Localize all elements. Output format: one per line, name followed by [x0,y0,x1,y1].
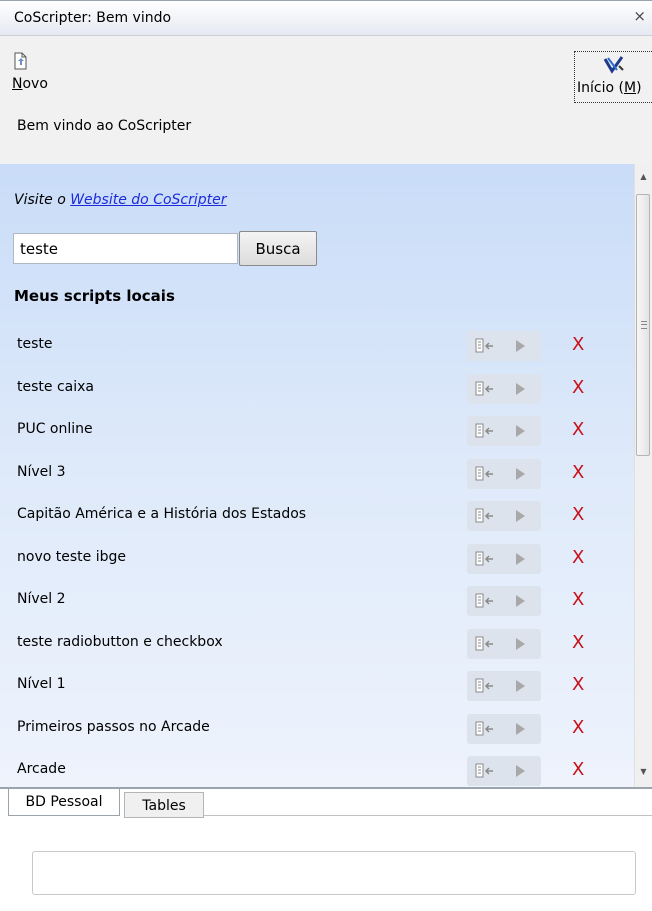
play-script-icon[interactable] [504,331,541,361]
script-actions [467,544,541,574]
script-row: PUC online X [0,410,634,452]
delete-script-icon[interactable]: X [572,419,584,440]
visit-prefix: Visite o [14,192,71,208]
delete-script-icon[interactable]: X [572,547,584,568]
script-row: Nível 3 X [0,453,634,495]
scroll-grip-icon [641,321,647,329]
search-input[interactable] [13,233,238,264]
window-title: CoScripter: Bem vindo [14,10,172,26]
tab-divider [204,815,652,816]
script-row: teste radiobutton e checkbox X [0,623,634,665]
coscripter-logo-icon [575,56,652,78]
scroll-thumb[interactable] [636,194,650,456]
window-title-bar: CoScripter: Bem vindo × [0,0,652,36]
play-script-icon[interactable] [504,629,541,659]
new-page-icon [12,52,48,74]
script-actions [467,459,541,489]
delete-script-icon[interactable]: X [572,674,584,695]
scripts-panel: Visite o Website do CoScripter Busca Meu… [0,164,634,787]
open-script-icon[interactable] [467,756,504,786]
open-script-icon[interactable] [467,629,504,659]
home-button-label: Início (M) [577,80,642,96]
delete-script-icon[interactable]: X [572,717,584,738]
script-actions [467,756,541,786]
script-actions [467,416,541,446]
open-script-icon[interactable] [467,586,504,616]
open-script-icon[interactable] [467,331,504,361]
delete-script-icon[interactable]: X [572,462,584,483]
script-actions [467,629,541,659]
toolbar: Novo Início (M) Bem vindo ao CoScripter [0,36,652,164]
script-name[interactable]: PUC online [17,421,93,437]
script-actions [467,331,541,361]
delete-script-icon[interactable]: X [572,504,584,525]
new-button[interactable]: Novo [12,52,48,92]
script-name[interactable]: Capitão América e a História dos Estados [17,506,306,522]
open-script-icon[interactable] [467,459,504,489]
section-title: Meus scripts locais [14,287,175,305]
script-actions [467,714,541,744]
play-script-icon[interactable] [504,501,541,531]
script-name[interactable]: novo teste ibge [17,549,126,565]
script-name[interactable]: Nível 2 [17,591,66,607]
delete-script-icon[interactable]: X [572,377,584,398]
search-button[interactable]: Busca [239,231,317,266]
tab-tables[interactable]: Tables [124,792,204,818]
home-button[interactable]: Início (M) [574,51,652,103]
open-script-icon[interactable] [467,671,504,701]
script-actions [467,671,541,701]
script-row: Arcade X [0,750,634,787]
new-button-label: Novo [12,76,48,92]
open-script-icon[interactable] [467,714,504,744]
play-script-icon[interactable] [504,459,541,489]
open-script-icon[interactable] [467,501,504,531]
open-script-icon[interactable] [467,416,504,446]
script-name[interactable]: Nível 3 [17,464,66,480]
open-script-icon[interactable] [467,544,504,574]
delete-script-icon[interactable]: X [572,589,584,610]
scroll-down-arrow-icon[interactable]: ▼ [635,767,652,783]
tab-bd-pessoal[interactable]: BD Pessoal [8,789,120,816]
close-icon[interactable]: × [633,7,646,25]
play-script-icon[interactable] [504,544,541,574]
script-row: teste caixa X [0,368,634,410]
script-row: teste X [0,325,634,367]
script-actions [467,374,541,404]
script-row: Nível 1 X [0,665,634,707]
script-name[interactable]: teste [17,336,53,352]
play-script-icon[interactable] [504,586,541,616]
delete-script-icon[interactable]: X [572,759,584,780]
open-script-icon[interactable] [467,374,504,404]
script-name[interactable]: Nível 1 [17,676,66,692]
vertical-scrollbar[interactable]: ▲ ▼ [634,164,652,787]
script-name[interactable]: teste caixa [17,379,94,395]
play-script-icon[interactable] [504,756,541,786]
visit-line: Visite o Website do CoScripter [14,192,227,208]
script-name[interactable]: Primeiros passos no Arcade [17,719,210,735]
play-script-icon[interactable] [504,714,541,744]
script-row: Nível 2 X [0,580,634,622]
play-script-icon[interactable] [504,374,541,404]
play-script-icon[interactable] [504,671,541,701]
play-script-icon[interactable] [504,416,541,446]
bottom-text-field[interactable] [32,851,636,895]
script-row: Primeiros passos no Arcade X [0,708,634,750]
script-actions [467,586,541,616]
script-row: Capitão América e a História dos Estados… [0,495,634,537]
tab-strip: BD Pessoal Tables [0,787,652,831]
delete-script-icon[interactable]: X [572,334,584,355]
script-name[interactable]: Arcade [17,761,66,777]
script-row: novo teste ibge X [0,538,634,580]
script-actions [467,501,541,531]
website-link[interactable]: Website do CoScripter [70,192,226,208]
delete-script-icon[interactable]: X [572,632,584,653]
script-name[interactable]: teste radiobutton e checkbox [17,634,223,650]
scroll-up-arrow-icon[interactable]: ▲ [635,172,652,188]
welcome-text: Bem vindo ao CoScripter [17,118,192,134]
